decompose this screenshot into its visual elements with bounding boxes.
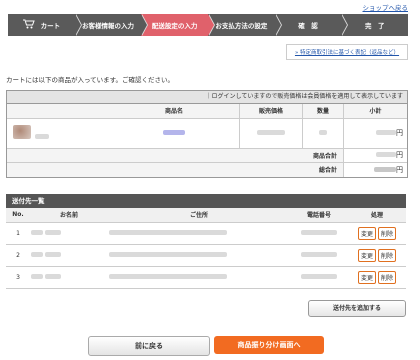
- legal-notice-link[interactable]: » 特定商取引法に基づく表記（返品など）: [295, 48, 399, 56]
- step-label: 完 了: [364, 22, 385, 30]
- col-no: No.: [12, 211, 24, 219]
- shipping-row: 1 変更 削除: [6, 222, 406, 244]
- col-subtotal: 小計: [343, 104, 407, 118]
- row-number: 2: [16, 251, 20, 259]
- cart-intro-text: カートには以下の商品が入っています。ご確認ください。: [6, 76, 175, 84]
- checkout-steps: カート お客様情報の入力 配送設定の入力 お支払方法の設定 確 認 完 了: [8, 14, 409, 36]
- back-button[interactable]: 前に戻る: [88, 336, 210, 356]
- col-name: お名前: [59, 212, 78, 220]
- step-label: 確 認: [298, 22, 318, 30]
- delete-button[interactable]: 削除: [378, 270, 397, 284]
- step-cart: カート: [8, 14, 82, 36]
- edit-button[interactable]: 変更: [357, 270, 376, 284]
- product-total-row: 商品合計 円: [7, 148, 407, 162]
- cart-table: ｜ログインしていますので販売価格は会員価格を適用して表示しています 商品名 販売…: [6, 90, 408, 178]
- shipping-row: 3 変更 削除: [6, 266, 406, 288]
- product-total-label: 商品合計: [7, 148, 344, 162]
- yen-suffix: 円: [396, 151, 403, 159]
- row-number: 1: [16, 229, 20, 237]
- member-price-notice: ｜ログインしていますので販売価格は会員価格を適用して表示しています: [7, 91, 407, 104]
- col-price: 販売価格: [239, 104, 303, 118]
- delete-button[interactable]: 削除: [378, 248, 397, 262]
- back-to-shop-link[interactable]: ショップへ戻る: [363, 2, 409, 12]
- col-qty: 数量: [302, 104, 344, 118]
- product-name-link[interactable]: [163, 130, 185, 135]
- step-label: お支払方法の設定: [215, 22, 268, 30]
- step-shipping-settings: 配送設定の入力: [141, 14, 216, 36]
- edit-button[interactable]: 変更: [357, 226, 376, 240]
- step-confirm: 確 認: [274, 14, 349, 36]
- step-label: お客様情報の入力: [82, 22, 134, 30]
- legal-link-box: » 特定商取引法に基づく表記（返品など）: [286, 44, 408, 60]
- step-label: 配送設定の入力: [151, 22, 198, 30]
- next-button[interactable]: 商品振り分け画面へ: [214, 336, 324, 354]
- grand-total-row: 総合計 円: [7, 162, 407, 177]
- shipping-table: No. お名前 ご住所 電話番号 処理 1 変更 削除 2 変更 削除 3 変更 削除: [6, 208, 406, 289]
- cart-icon: [22, 19, 35, 31]
- shipping-list-title: 送付先一覧: [6, 194, 406, 208]
- product-thumbnail: [13, 125, 31, 139]
- shipping-row: 2 変更 削除: [6, 244, 406, 266]
- col-product: 商品名: [164, 108, 183, 116]
- step-payment: お支払方法の設定: [208, 14, 282, 36]
- step-complete: 完 了: [341, 14, 409, 36]
- delete-button[interactable]: 削除: [378, 226, 397, 240]
- grand-total-label: 総合計: [7, 162, 344, 177]
- add-destination-button[interactable]: 送付先を追加する: [308, 300, 406, 317]
- edit-button[interactable]: 変更: [357, 248, 376, 262]
- col-address: ご住所: [189, 212, 208, 220]
- col-phone: 電話番号: [306, 212, 331, 220]
- yen-suffix: 円: [396, 129, 403, 137]
- step-label: カート: [40, 22, 61, 30]
- yen-suffix: 円: [396, 165, 403, 174]
- cart-item-row: 円: [7, 118, 407, 148]
- row-number: 3: [16, 273, 20, 281]
- col-action: 処理: [370, 212, 383, 220]
- step-customer-info: お客様情報の入力: [74, 14, 149, 36]
